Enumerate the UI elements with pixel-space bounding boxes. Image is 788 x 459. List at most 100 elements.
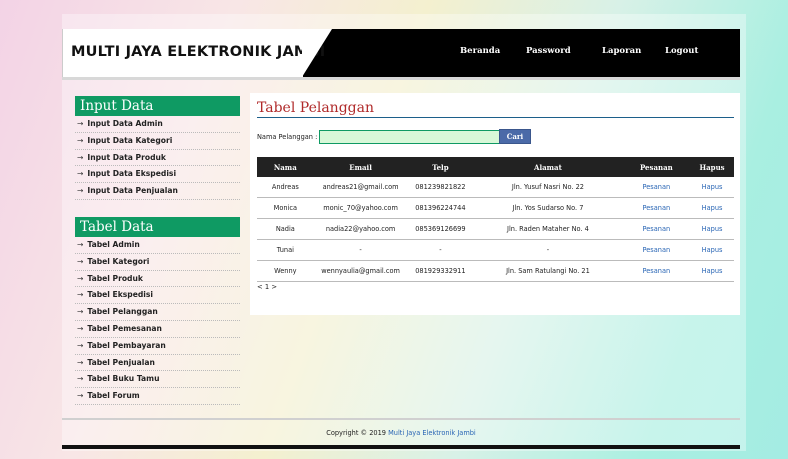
cell-telp: 085369126699 — [407, 218, 474, 240]
sidebar-item-tabel-kategori[interactable]: → Tabel Kategori — [75, 254, 240, 271]
arrow-icon: → — [77, 357, 84, 367]
sidebar-item-tabel-forum[interactable]: → Tabel Forum — [75, 388, 240, 405]
arrow-icon: → — [77, 290, 84, 300]
sidebar-input-list: → Input Data Admin → Input Data Kategori →… — [75, 116, 240, 200]
cell-email: monic_70@yahoo.com — [313, 197, 408, 219]
column-header-nama: Nama — [257, 157, 314, 177]
column-header-email: Email — [313, 157, 408, 177]
copyright-text: Copyright © 2019 — [326, 429, 389, 437]
arrow-icon: → — [77, 273, 84, 283]
cell-alamat: Jln. Sam Ratulangi No. 21 — [473, 260, 623, 282]
table-header-row: Nama Email Telp Alamat Pesanan Hapus — [257, 157, 734, 177]
search-label: Nama Pelanggan : — [257, 133, 318, 141]
sidebar-item-label: Input Data Kategori — [87, 135, 173, 145]
column-header-hapus: Hapus — [690, 157, 734, 177]
hapus-link[interactable]: Hapus — [690, 239, 734, 261]
site-header: MULTI JAYA ELEKTRONIK JAMBI Beranda Pass… — [62, 29, 740, 77]
pesanan-link[interactable]: Pesanan — [622, 197, 691, 219]
pesanan-link[interactable]: Pesanan — [622, 239, 691, 261]
cell-nama: Wenny — [257, 260, 314, 282]
arrow-icon: → — [77, 256, 84, 266]
cell-telp: 081396224744 — [407, 197, 474, 219]
arrow-icon: → — [77, 307, 84, 317]
sidebar-item-input-ekspedisi[interactable]: → Input Data Ekspedisi — [75, 166, 240, 184]
sidebar-item-label: Tabel Penjualan — [87, 357, 155, 367]
page-title: Tabel Pelanggan — [257, 100, 374, 116]
cell-email: nadia22@yahoo.com — [313, 218, 408, 240]
column-header-telp: Telp — [407, 157, 474, 177]
cell-alamat: Jln. Yos Sudarso No. 7 — [473, 197, 623, 219]
hapus-link[interactable]: Hapus — [690, 218, 734, 240]
arrow-icon: → — [77, 239, 84, 249]
sidebar-item-label: Input Data Penjualan — [87, 186, 178, 196]
header-divider — [62, 77, 740, 80]
table-row: Wenny wennyaulia@gmail.com 081929332911 … — [257, 260, 734, 282]
sidebar-item-tabel-buku-tamu[interactable]: → Tabel Buku Tamu — [75, 371, 240, 389]
cell-telp: 081239821822 — [407, 177, 474, 198]
sidebar-item-input-admin[interactable]: → Input Data Admin — [75, 116, 240, 133]
sidebar-item-label: Tabel Admin — [87, 239, 140, 249]
search-input[interactable] — [319, 130, 501, 144]
cell-alamat: - — [473, 239, 623, 261]
cell-email: wennyaulia@gmail.com — [313, 260, 408, 282]
column-header-pesanan: Pesanan — [622, 157, 691, 177]
cell-nama: Andreas — [257, 177, 314, 198]
sidebar-item-input-produk[interactable]: → Input Data Produk — [75, 150, 240, 167]
footer-divider — [62, 418, 740, 420]
sidebar-item-label: Tabel Forum — [87, 391, 140, 401]
title-divider — [257, 117, 734, 118]
cell-telp: 081929332911 — [407, 260, 474, 282]
hapus-link[interactable]: Hapus — [690, 260, 734, 282]
sidebar-title-tabel: Tabel Data — [75, 216, 240, 237]
cell-nama: Nadia — [257, 218, 314, 240]
arrow-icon: → — [77, 152, 84, 162]
sidebar-item-label: Tabel Produk — [87, 273, 143, 283]
sidebar-item-label: Tabel Kategori — [87, 256, 150, 266]
sidebar: Input Data → Input Data Admin → Input Data… — [75, 96, 240, 405]
table-row: Nadia nadia22@yahoo.com 085369126699 Jln… — [257, 218, 734, 240]
cell-nama: Tunai — [257, 239, 314, 261]
sidebar-item-tabel-pelanggan[interactable]: → Tabel Pelanggan — [75, 304, 240, 321]
cell-telp: - — [407, 239, 474, 261]
table-row: Tunai - - - Pesanan Hapus — [257, 239, 734, 261]
sidebar-item-label: Tabel Ekspedisi — [87, 290, 154, 300]
sidebar-item-tabel-admin[interactable]: → Tabel Admin — [75, 237, 240, 254]
sidebar-item-tabel-penjualan[interactable]: → Tabel Penjualan — [75, 355, 240, 372]
pesanan-link[interactable]: Pesanan — [622, 218, 691, 240]
arrow-icon: → — [77, 391, 84, 401]
arrow-icon: → — [77, 340, 84, 350]
search-button[interactable]: Cari — [499, 129, 531, 144]
sidebar-item-label: Tabel Pelanggan — [87, 307, 158, 317]
main-panel: Tabel Pelanggan Nama Pelanggan : Cari Na… — [250, 93, 740, 315]
pagination[interactable]: < 1 > — [257, 283, 277, 291]
nav-logout[interactable]: Logout — [665, 46, 698, 56]
sidebar-item-tabel-produk[interactable]: → Tabel Produk — [75, 271, 240, 288]
nav-password[interactable]: Password — [526, 46, 571, 56]
arrow-icon: → — [77, 186, 84, 196]
brand-box: MULTI JAYA ELEKTRONIK JAMBI — [62, 29, 325, 77]
sidebar-item-label: Input Data Ekspedisi — [87, 169, 177, 179]
sidebar-item-label: Input Data Admin — [87, 119, 163, 128]
site-brand: MULTI JAYA ELEKTRONIK JAMBI — [71, 44, 326, 60]
footer-bar — [62, 445, 740, 449]
sidebar-item-tabel-pemesanan[interactable]: → Tabel Pemesanan — [75, 321, 240, 338]
hapus-link[interactable]: Hapus — [690, 197, 734, 219]
sidebar-item-label: Tabel Buku Tamu — [87, 374, 160, 384]
table-row: Andreas andreas21@gmail.com 081239821822… — [257, 177, 734, 198]
sidebar-item-tabel-pembayaran[interactable]: → Tabel Pembayaran — [75, 338, 240, 355]
hapus-link[interactable]: Hapus — [690, 177, 734, 198]
pesanan-link[interactable]: Pesanan — [622, 260, 691, 282]
nav-laporan[interactable]: Laporan — [602, 46, 641, 56]
pesanan-link[interactable]: Pesanan — [622, 177, 691, 198]
nav-beranda[interactable]: Beranda — [460, 46, 500, 56]
arrow-icon: → — [77, 119, 84, 128]
customer-table: Nama Email Telp Alamat Pesanan Hapus And… — [257, 157, 734, 282]
sidebar-item-input-penjualan[interactable]: → Input Data Penjualan — [75, 183, 240, 200]
sidebar-item-tabel-ekspedisi[interactable]: → Tabel Ekspedisi — [75, 287, 240, 305]
arrow-icon: → — [77, 374, 84, 384]
footer-link[interactable]: Multi Jaya Elektronik Jambi — [388, 429, 476, 437]
cell-email: - — [313, 239, 408, 261]
sidebar-tabel-list: → Tabel Admin → Tabel Kategori → Tabel Prod… — [75, 237, 240, 405]
sidebar-item-input-kategori[interactable]: → Input Data Kategori — [75, 133, 240, 150]
footer-copyright: Copyright © 2019 Multi Jaya Elektronik J… — [62, 429, 740, 437]
